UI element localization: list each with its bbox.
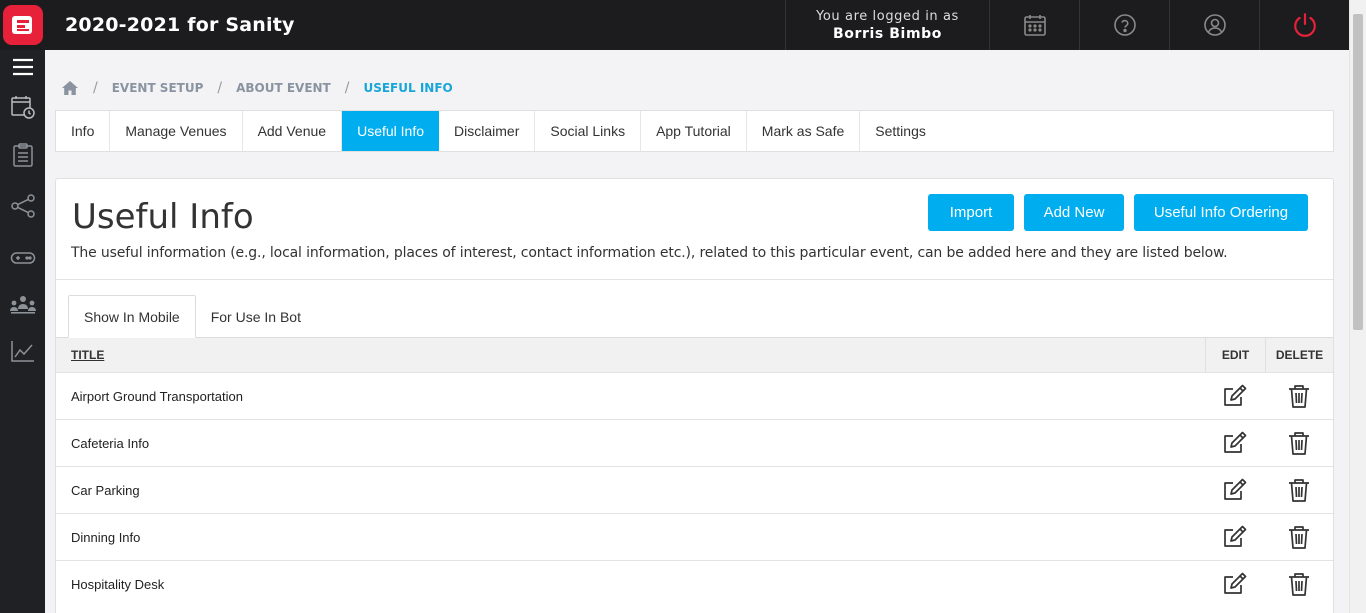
breadcrumb-separator: / [344,80,350,96]
tab-disclaimer[interactable]: Disclaimer [439,111,536,151]
tab-show-in-mobile[interactable]: Show In Mobile [68,295,196,338]
panel-divider [56,279,1333,280]
breadcrumb-useful-info: USEFUL INFO [363,81,453,95]
app-logo[interactable] [0,0,45,50]
list-tabs: Show In Mobile For Use In Bot [68,295,316,338]
trash-icon [1289,526,1309,549]
user-name: Borris Bimbo [832,25,942,42]
row-title: Cafeteria Info [71,435,150,451]
table-row: Airport Ground Transportation [56,372,1333,419]
delete-button[interactable] [1265,524,1333,550]
useful-info-panel: Useful Info Import Add New Useful Info O… [55,178,1334,613]
page-title: Useful Info [72,197,254,237]
edit-icon [1224,384,1247,406]
trash-icon [1289,479,1309,502]
sidebar-item-attendees[interactable] [0,284,45,326]
calendar-icon [1023,15,1046,36]
delete-button[interactable] [1265,383,1333,409]
row-title: Airport Ground Transportation [71,388,243,404]
user-icon [1203,14,1226,36]
scroll-thumb[interactable] [1353,14,1363,330]
tab-app-tutorial[interactable]: App Tutorial [641,111,747,151]
table-body: Airport Ground Transportation Cafeteria … [56,372,1333,607]
tab-mark-as-safe[interactable]: Mark as Safe [747,111,861,151]
top-bar: 2020-2021 for Sanity You are logged in a… [0,0,1349,50]
power-icon [1293,13,1316,37]
home-icon [62,81,78,95]
edit-icon [1224,572,1247,594]
tab-info[interactable]: Info [56,111,111,151]
logged-in-label: You are logged in as [816,8,959,24]
sidebar [0,50,45,613]
breadcrumb-event-setup[interactable]: EVENT SETUP [112,81,204,95]
tab-useful-info[interactable]: Useful Info [342,111,440,151]
sidebar-item-analytics[interactable] [0,326,45,376]
app-title: 2020-2021 for Sanity [65,14,295,36]
edit-button[interactable] [1205,524,1265,550]
ordering-button[interactable]: Useful Info Ordering [1134,194,1308,231]
add-new-button[interactable]: Add New [1024,194,1124,231]
delete-button[interactable] [1265,477,1333,503]
menu-icon [12,58,33,76]
tab-add-venue[interactable]: Add Venue [243,111,343,151]
help-button[interactable] [1079,0,1169,50]
chart-icon [10,341,34,362]
delete-button[interactable] [1265,571,1333,597]
column-edit: EDIT [1205,337,1265,373]
import-button[interactable]: Import [928,194,1014,231]
edit-button[interactable] [1205,430,1265,456]
sidebar-item-events[interactable] [0,84,45,129]
profile-button[interactable] [1169,0,1259,50]
breadcrumb: / EVENT SETUP / ABOUT EVENT / USEFUL INF… [61,78,453,98]
table-header: TITLE EDIT DELETE [56,337,1333,373]
column-title[interactable]: TITLE [56,348,1205,362]
page-scrollbar[interactable] [1349,0,1366,613]
event-subnav: Info Manage Venues Add Venue Useful Info… [55,110,1334,152]
home-link[interactable] [61,80,79,96]
sidebar-menu-toggle[interactable] [0,50,45,84]
page-description: The useful information (e.g., local info… [71,245,1228,261]
clipboard-icon [12,142,33,167]
gamepad-icon [10,251,35,264]
calendar-button[interactable] [989,0,1079,50]
edit-button[interactable] [1205,383,1265,409]
row-title: Car Parking [71,482,140,498]
row-title: Dinning Info [71,529,141,545]
tab-settings[interactable]: Settings [860,111,941,151]
tab-for-use-in-bot[interactable]: For Use In Bot [196,295,316,338]
table-row: Car Parking [56,466,1333,513]
tab-social-links[interactable]: Social Links [535,111,642,151]
edit-button[interactable] [1205,571,1265,597]
delete-button[interactable] [1265,430,1333,456]
breadcrumb-about-event[interactable]: ABOUT EVENT [236,81,331,95]
edit-icon [1224,525,1247,547]
trash-icon [1289,385,1309,408]
row-title: Hospitality Desk [71,576,165,592]
table-row: Cafeteria Info [56,419,1333,466]
table-row: Dinning Info [56,513,1333,560]
breadcrumb-separator: / [93,80,98,96]
trash-icon [1289,432,1309,455]
user-info: You are logged in as Borris Bimbo [785,0,989,50]
sidebar-item-tasks[interactable] [0,129,45,180]
breadcrumb-separator: / [217,80,223,96]
table-row: Hospitality Desk [56,560,1333,607]
people-icon [9,296,36,314]
tab-manage-venues[interactable]: Manage Venues [110,111,243,151]
logout-button[interactable] [1259,0,1349,50]
edit-icon [1224,478,1247,500]
sidebar-item-games[interactable] [0,231,45,284]
useful-info-table: TITLE EDIT DELETE Airport Ground Transpo… [56,337,1333,607]
trash-icon [1289,573,1309,596]
logo-icon [2,5,43,45]
column-delete: DELETE [1265,337,1333,373]
edit-button[interactable] [1205,477,1265,503]
calendar-clock-icon [10,95,35,119]
help-icon [1113,14,1136,36]
sidebar-item-social[interactable] [0,180,45,231]
edit-icon [1224,431,1247,453]
share-icon [10,193,35,218]
